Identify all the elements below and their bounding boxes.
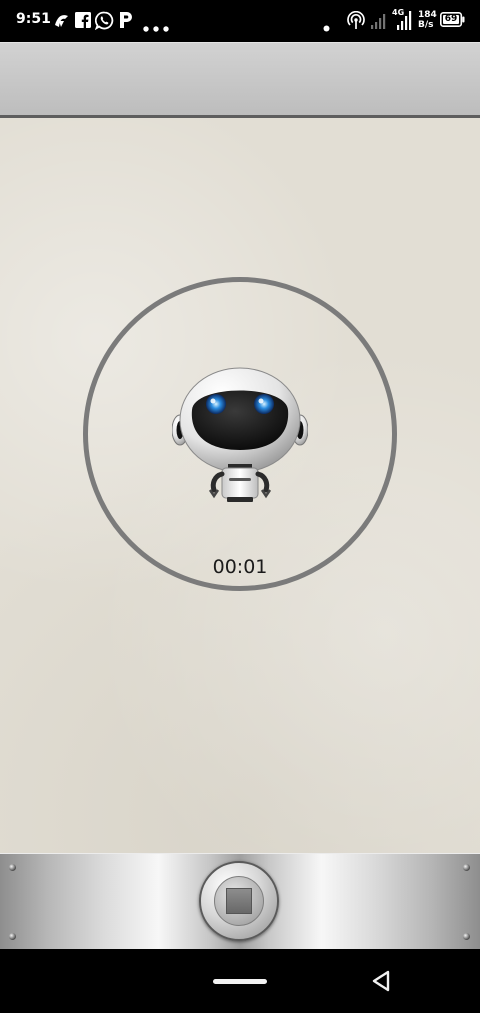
screw-icon: [463, 933, 470, 940]
robot-mascot-icon: [171, 366, 309, 506]
control-bar: [0, 853, 480, 949]
hotspot-icon: [346, 10, 366, 34]
screw-icon: [463, 864, 470, 871]
navigation-app-icon: [53, 12, 70, 33]
status-bar: 9:51 4G 184 B/s 69: [0, 0, 480, 42]
screw-icon: [9, 864, 16, 871]
signal-4g-icon: 4G: [392, 9, 414, 31]
recording-area: 00:01: [0, 118, 480, 853]
system-nav-bar: [0, 949, 480, 1013]
dot-icon: [323, 17, 330, 36]
status-time: 9:51: [16, 11, 51, 27]
back-triangle-icon[interactable]: [369, 969, 393, 993]
stop-button-bezel: [214, 876, 264, 926]
screw-icon: [9, 933, 16, 940]
signal-icon: [371, 12, 388, 33]
stop-button[interactable]: [199, 861, 279, 941]
app-header-bar: [0, 42, 480, 118]
recording-timer: 00:01: [212, 556, 268, 578]
p-app-icon: [119, 11, 133, 33]
whatsapp-icon: [94, 11, 114, 34]
battery-icon: 69: [440, 12, 465, 27]
battery-level: 69: [444, 14, 458, 24]
net-speed-unit: B/s: [418, 20, 434, 30]
stop-icon: [226, 888, 252, 914]
facebook-icon: [75, 12, 91, 32]
net-speed-value: 184: [418, 10, 437, 20]
more-dots-icon: [143, 17, 169, 36]
home-pill-icon[interactable]: [213, 979, 267, 984]
